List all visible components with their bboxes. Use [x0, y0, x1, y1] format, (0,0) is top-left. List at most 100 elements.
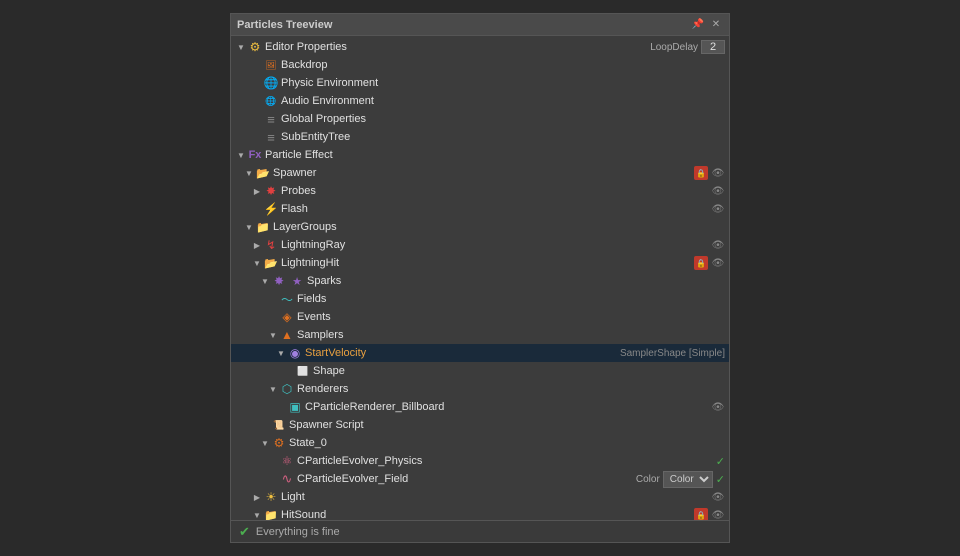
tree-expand-icon[interactable] [243, 218, 255, 236]
tree-expand-icon[interactable] [251, 488, 263, 506]
tree-row[interactable]: ⚡ Flash 👁 [231, 200, 729, 218]
row-actions: SamplerShape [Simple] [612, 348, 725, 359]
bolt-icon: ↯ [263, 237, 279, 253]
row-actions: 👁 [711, 202, 725, 216]
tree-label: Spawner [273, 167, 694, 179]
color-label: Color [636, 474, 660, 485]
tree-row[interactable]: 📜 Spawner Script [231, 416, 729, 434]
event-icon: ◈ [279, 309, 295, 325]
tree-label: Light [281, 491, 711, 503]
visibility-icon[interactable]: 👁 [711, 508, 725, 520]
lock-icon[interactable]: 🔒 [694, 508, 708, 520]
visibility-icon[interactable]: 👁 [711, 238, 725, 252]
light-icon: ☀ [263, 489, 279, 505]
tree-row[interactable]: ⚛ CParticleEvolver_Physics ✓ [231, 452, 729, 470]
tree-row[interactable]: 🖼 Backdrop [231, 56, 729, 74]
tree-content: ⚙ Editor Properties LoopDelay 🖼 Backdrop… [231, 36, 729, 520]
tree-expand-icon[interactable] [275, 344, 287, 362]
visibility-icon[interactable]: 👁 [711, 490, 725, 504]
tree-row[interactable]: ≡ Global Properties [231, 110, 729, 128]
folder-icon: 📂 [263, 255, 279, 271]
tree-expand-icon[interactable] [267, 380, 279, 398]
tree-row[interactable]: ◈ Events [231, 308, 729, 326]
star-icon: ★ [289, 273, 305, 289]
color-dropdown: Color Color [636, 471, 713, 488]
tree-row[interactable]: 🌐 Audio Environment [231, 92, 729, 110]
panel-title: Particles Treeview [237, 19, 332, 31]
tree-label: Sparks [307, 275, 725, 287]
tree-expand-icon[interactable] [251, 254, 263, 272]
tree-label: Shape [313, 365, 725, 377]
tree-row[interactable]: 📁 HitSound 🔒 👁 [231, 506, 729, 520]
tree-row[interactable]: 📁 LayerGroups [231, 218, 729, 236]
gear-icon: ⚙ [247, 39, 263, 55]
tree-label: LightningRay [281, 239, 711, 251]
fx-icon: Fx [247, 147, 263, 163]
tree-row[interactable]: 🌐 Physic Environment [231, 74, 729, 92]
tree-label: Audio Environment [281, 95, 725, 107]
visibility-icon[interactable]: 👁 [711, 400, 725, 414]
color-select[interactable]: Color [663, 471, 713, 488]
tree-row[interactable]: ☀ Light 👁 [231, 488, 729, 506]
tree-label: Backdrop [281, 59, 725, 71]
spark-icon: ✸ [271, 273, 287, 289]
status-ok-icon: ✔ [239, 524, 250, 540]
tree-label: State_0 [289, 437, 725, 449]
tree-label: Global Properties [281, 113, 725, 125]
tree-row[interactable]: Fx Particle Effect [231, 146, 729, 164]
tree-row[interactable]: ↯ LightningRay 👁 [231, 236, 729, 254]
tree-row[interactable]: 📂 LightningHit 🔒 👁 [231, 254, 729, 272]
tree-expand-icon[interactable] [251, 182, 263, 200]
loop-delay-input[interactable] [701, 40, 725, 54]
pin-icon[interactable]: 📌 [691, 18, 705, 32]
tree-label: Fields [297, 293, 725, 305]
tree-row[interactable]: ▲ Samplers [231, 326, 729, 344]
tree-expand-icon[interactable] [251, 236, 263, 254]
tree-row[interactable]: ◉ StartVelocity SamplerShape [Simple] [231, 344, 729, 362]
visibility-icon[interactable]: 👁 [711, 202, 725, 216]
tree-expand-icon[interactable] [259, 434, 271, 452]
tree-expand-icon[interactable] [267, 326, 279, 344]
loop-delay-label: LoopDelay [650, 42, 698, 53]
close-icon[interactable]: ✕ [709, 18, 723, 32]
tree-row[interactable]: ⬜ Shape [231, 362, 729, 380]
tree-expand-icon[interactable] [251, 506, 263, 520]
tree-row[interactable]: ✸ Probes 👁 [231, 182, 729, 200]
folder-icon: 📂 [255, 165, 271, 181]
tree-label: Editor Properties [265, 41, 650, 53]
group-icon: 📁 [255, 219, 271, 235]
tree-row[interactable]: 〜 Fields [231, 290, 729, 308]
lock-icon[interactable]: 🔒 [694, 256, 708, 270]
list-icon: ≡ [263, 111, 279, 127]
row-actions: 🔒 👁 [694, 256, 725, 270]
status-bar: ✔ Everything is fine [231, 520, 729, 542]
tree-expand-icon[interactable] [243, 164, 255, 182]
tree-row[interactable]: ∿ CParticleEvolver_Field Color Color ✓ [231, 470, 729, 488]
tree-row[interactable]: ≡ SubEntityTree [231, 128, 729, 146]
check-icon: ✓ [716, 473, 725, 486]
tree-row[interactable]: ⬡ Renderers [231, 380, 729, 398]
state-icon: ⚙ [271, 435, 287, 451]
visibility-icon[interactable]: 👁 [711, 184, 725, 198]
tree-row[interactable]: ✸ ★ Sparks [231, 272, 729, 290]
tree-row[interactable]: ▣ CParticleRenderer_Billboard 👁 [231, 398, 729, 416]
tree-expand-icon[interactable] [235, 38, 247, 56]
sampler-icon: ▲ [279, 327, 295, 343]
tree-expand-icon[interactable] [235, 146, 247, 164]
tree-label: CParticleRenderer_Billboard [305, 401, 711, 413]
tree-expand-icon[interactable] [259, 272, 271, 290]
lock-icon[interactable]: 🔒 [694, 166, 708, 180]
row-actions: 🔒 👁 [694, 166, 725, 180]
tree-row[interactable]: ⚙ Editor Properties LoopDelay [231, 38, 729, 56]
tree-label: CParticleEvolver_Physics [297, 455, 716, 467]
world-icon: 🌐 [263, 75, 279, 91]
flash-icon: ⚡ [263, 201, 279, 217]
tree-row[interactable]: ⚙ State_0 [231, 434, 729, 452]
status-text: Everything is fine [256, 526, 340, 538]
tree-row[interactable]: 📂 Spawner 🔒 👁 [231, 164, 729, 182]
visibility-icon[interactable]: 👁 [711, 256, 725, 270]
tree-label: Events [297, 311, 725, 323]
visibility-icon[interactable]: 👁 [711, 166, 725, 180]
field-icon: ∿ [279, 471, 295, 487]
script-icon: 📜 [271, 417, 287, 433]
